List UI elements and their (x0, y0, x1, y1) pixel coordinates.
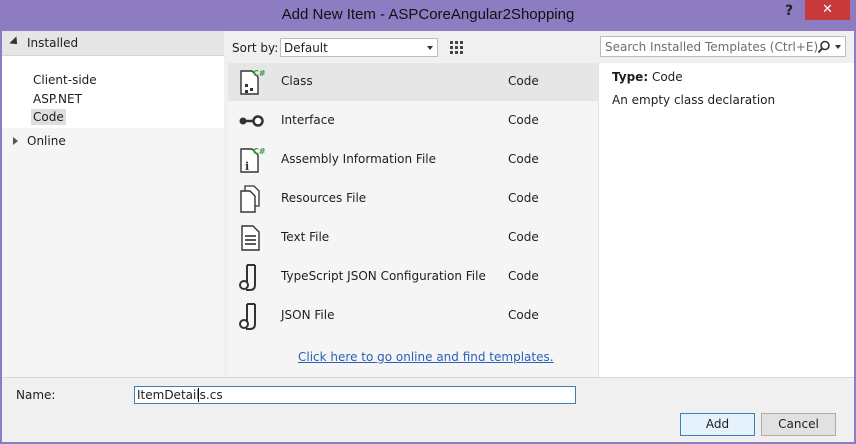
svg-text:C#: C# (253, 69, 266, 78)
template-toolbar: Sort by: Default Search Installed Templa… (224, 31, 854, 377)
chevron-down-icon[interactable] (835, 45, 841, 49)
close-button[interactable]: ✕ (805, 0, 850, 20)
search-icon[interactable] (817, 40, 831, 54)
template-row-class[interactable]: C# Class Code (228, 63, 598, 101)
details-type-line: Type: Code (612, 70, 683, 84)
template-name: Interface (281, 113, 335, 127)
dialog-footer: Name: ItemDetails.cs Add Cancel (2, 377, 854, 442)
template-row-json-file[interactable]: JSON File Code (228, 297, 598, 335)
template-name: Text File (281, 230, 330, 244)
collapsed-triangle-icon[interactable] (13, 137, 18, 145)
template-name: TypeScript JSON Configuration File (281, 269, 486, 283)
title-bar[interactable]: Add New Item - ASPCoreAngular2Shopping ?… (0, 0, 856, 30)
template-name: Class (281, 74, 313, 88)
tree-node-client-side[interactable]: Client-side (31, 72, 99, 88)
search-templates-input[interactable]: Search Installed Templates (Ctrl+E) (600, 36, 846, 57)
find-online-templates-link[interactable]: Click here to go online and find templat… (298, 350, 554, 364)
name-input-value: ItemDetails.cs (137, 388, 223, 402)
details-type-value: Code (651, 70, 683, 84)
template-type: Code (508, 269, 539, 283)
template-type: Code (508, 152, 539, 166)
tree-node-label: Online (27, 134, 66, 148)
template-row-assembly-info[interactable]: C# i Assembly Information File Code (228, 141, 598, 179)
template-name: Assembly Information File (281, 152, 437, 166)
tree-node-label: Installed (27, 36, 79, 50)
class-icon: C# (240, 69, 266, 95)
add-new-item-dialog: Add New Item - ASPCoreAngular2Shopping ?… (0, 0, 856, 444)
assembly-info-icon: C# i (240, 147, 266, 173)
resources-file-icon (240, 185, 260, 213)
interface-icon (239, 115, 264, 127)
template-details-pane: Type: Code An empty class declaration (598, 63, 854, 377)
tree-node-code[interactable]: Code (31, 109, 66, 125)
json-config-icon (239, 264, 256, 291)
template-type: Code (508, 113, 539, 127)
template-row-resources[interactable]: Resources File Code (228, 180, 598, 218)
sort-by-value: Default (284, 41, 328, 55)
sort-by-dropdown[interactable]: Default (280, 38, 438, 57)
template-tree: Installed Client-side ASP.NET Code Onlin… (2, 31, 224, 377)
add-button[interactable]: Add (680, 413, 755, 436)
template-row-interface[interactable]: Interface Code (228, 102, 598, 140)
template-name: Resources File (281, 191, 367, 205)
tree-node-online[interactable]: Online (2, 131, 224, 153)
svg-text:C#: C# (253, 147, 266, 156)
cancel-button[interactable]: Cancel (761, 413, 836, 436)
installed-children: Client-side ASP.NET Code (2, 56, 224, 128)
tree-node-aspnet[interactable]: ASP.NET (31, 91, 84, 107)
template-type: Code (508, 230, 539, 244)
name-input[interactable]: ItemDetails.cs (134, 386, 576, 404)
window-title: Add New Item - ASPCoreAngular2Shopping (281, 6, 575, 23)
template-type: Code (508, 191, 539, 205)
text-file-icon (241, 225, 260, 251)
sort-by-label: Sort by: (232, 41, 279, 55)
search-placeholder: Search Installed Templates (Ctrl+E) (605, 40, 819, 54)
details-description: An empty class declaration (612, 93, 776, 107)
template-row-text-file[interactable]: Text File Code (228, 219, 598, 257)
text-caret (198, 388, 199, 402)
chevron-down-icon (427, 46, 433, 50)
expanded-triangle-icon[interactable] (9, 36, 21, 48)
name-label: Name: (16, 388, 56, 402)
small-icons-view-button[interactable] (445, 36, 467, 58)
template-name: JSON File (281, 308, 335, 322)
template-list: C# Class Code Interface Code C# i Assemb… (228, 63, 598, 377)
grid-view-icon (450, 41, 463, 54)
template-type: Code (508, 308, 539, 322)
help-button[interactable]: ? (782, 3, 796, 19)
template-type: Code (508, 74, 539, 88)
template-row-ts-json-config[interactable]: TypeScript JSON Configuration File Code (228, 258, 598, 296)
tree-node-installed[interactable]: Installed (2, 31, 224, 56)
dialog-client-area: Installed Client-side ASP.NET Code Onlin… (2, 31, 854, 442)
svg-text:i: i (245, 160, 249, 173)
details-type-label: Type: (612, 70, 649, 84)
json-file-icon (239, 303, 256, 330)
